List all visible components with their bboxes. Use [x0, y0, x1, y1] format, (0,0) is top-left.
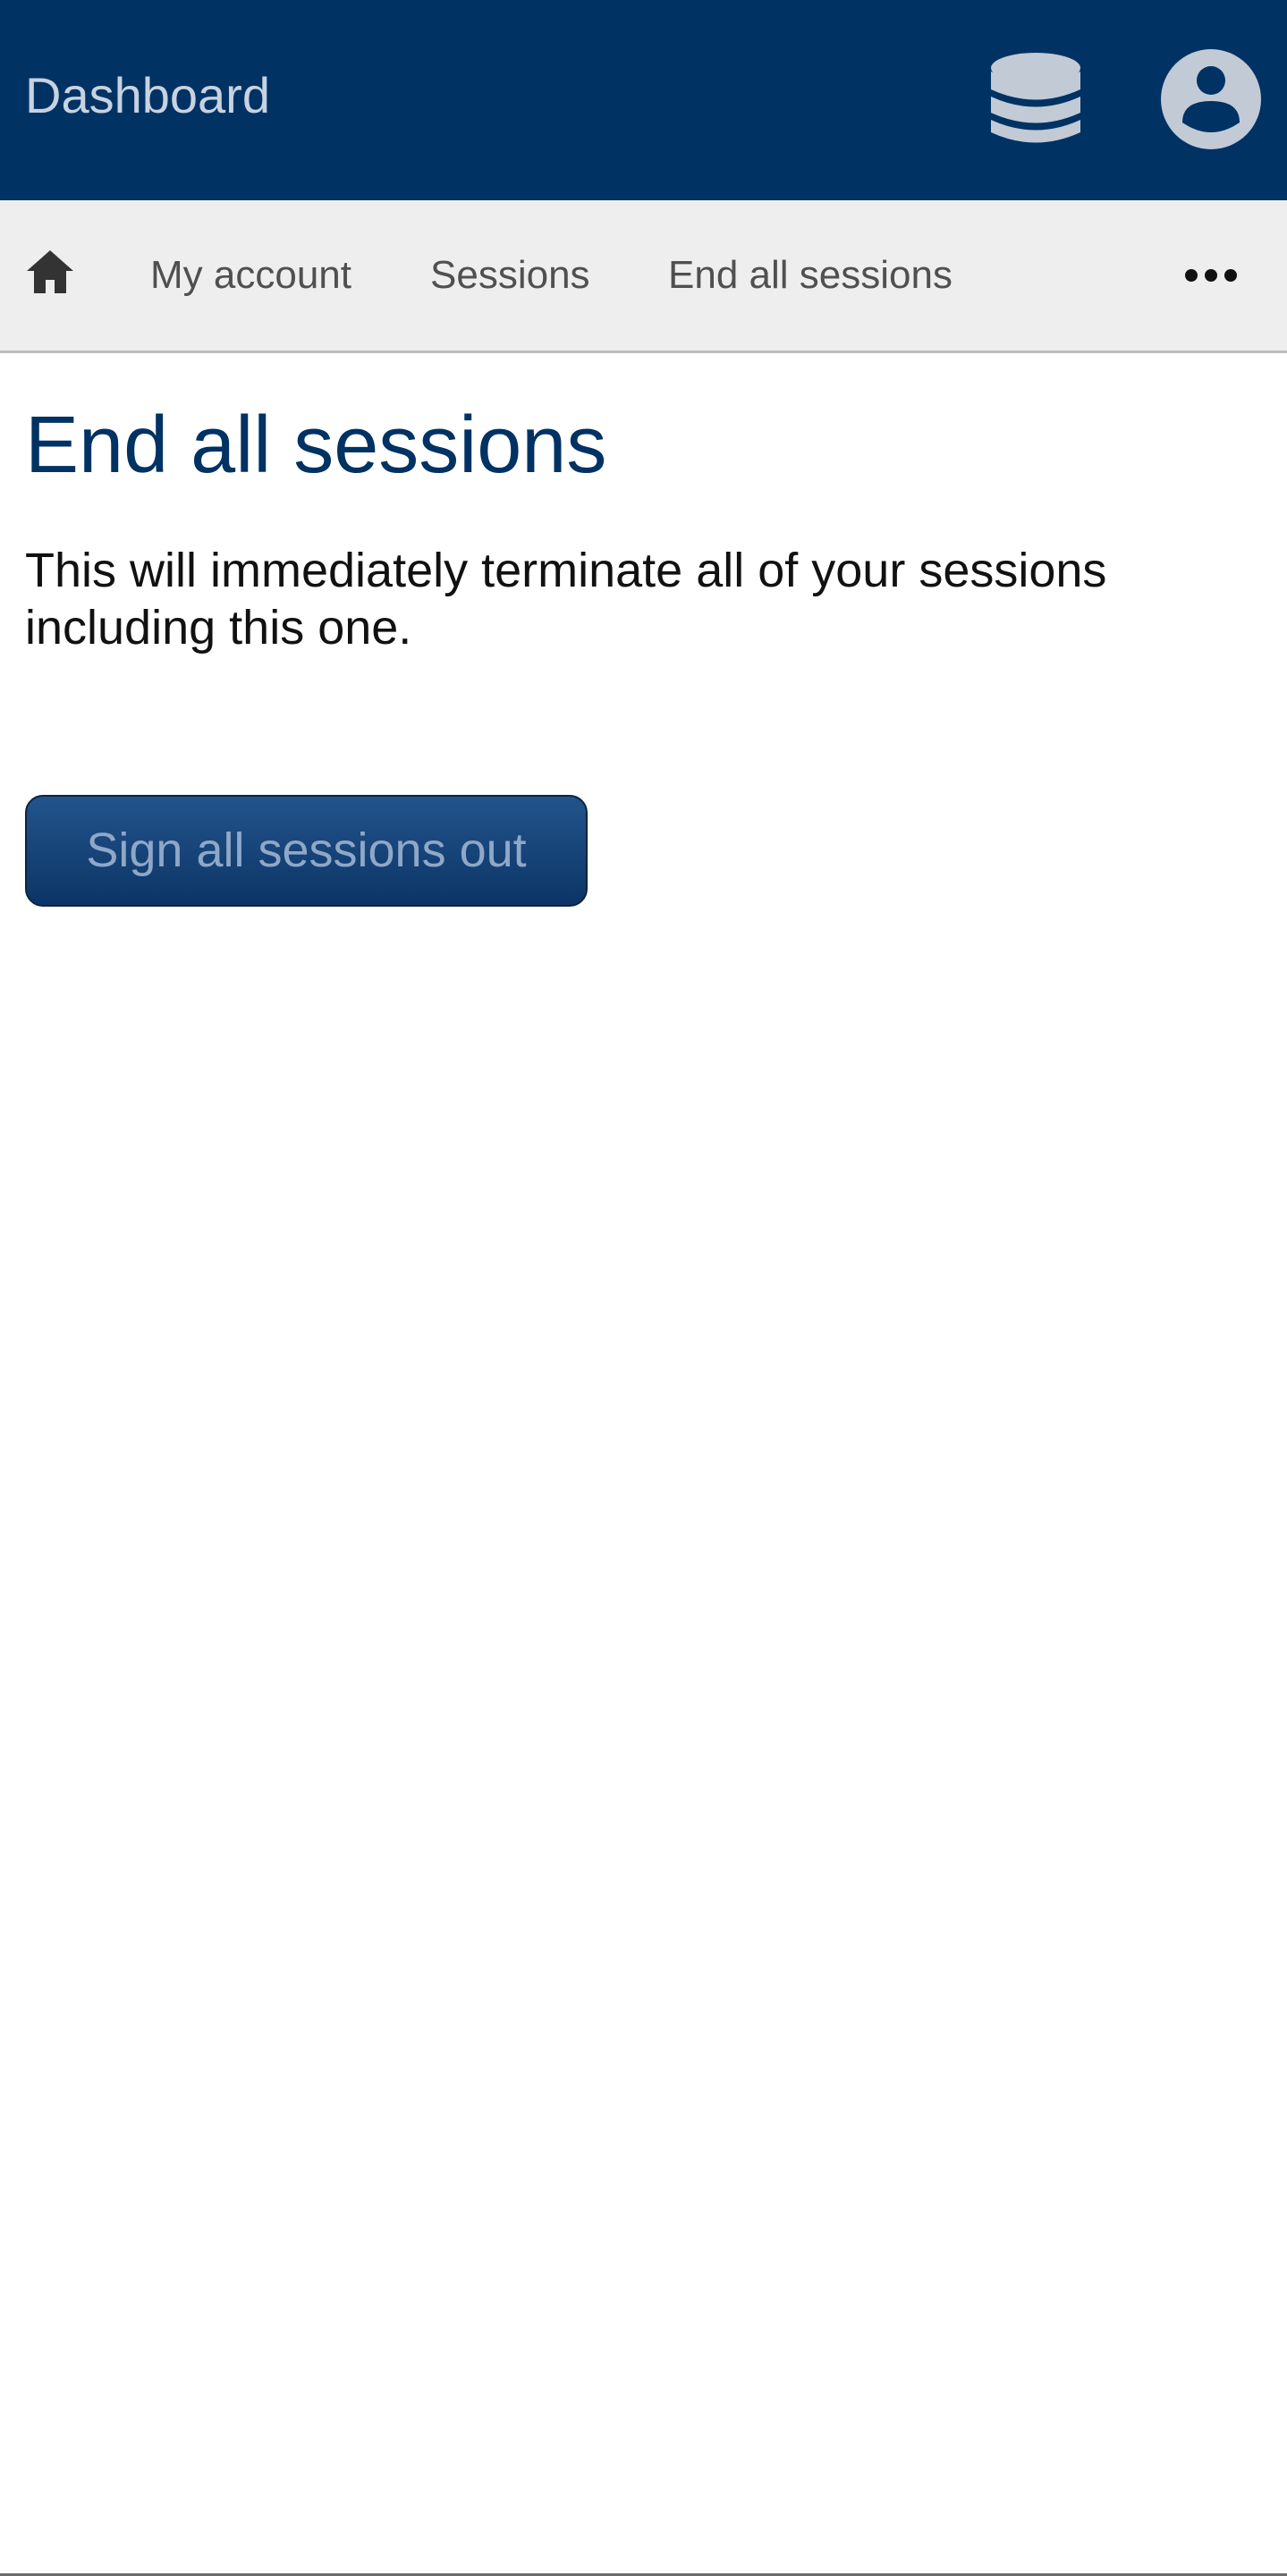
- sign-all-sessions-out-button[interactable]: Sign all sessions out: [25, 795, 588, 907]
- top-header: Dashboard: [0, 0, 1287, 200]
- breadcrumb-nav: My account Sessions End all sessions: [0, 200, 1287, 353]
- nav-item-my-account[interactable]: My account: [150, 250, 351, 300]
- database-icon[interactable]: [986, 49, 1086, 149]
- nav-item-end-all-sessions[interactable]: End all sessions: [668, 250, 953, 300]
- home-icon[interactable]: [25, 247, 75, 297]
- page-title: End all sessions: [25, 401, 607, 490]
- more-horizontal-icon[interactable]: [1182, 265, 1240, 286]
- user-account-icon[interactable]: [1161, 49, 1261, 149]
- page-description: This will immediately terminate all of y…: [25, 544, 1107, 655]
- app-title: Dashboard: [25, 67, 270, 123]
- page: Dashboard My account Sessions End all se…: [0, 0, 1287, 2576]
- nav-item-sessions[interactable]: Sessions: [430, 250, 590, 300]
